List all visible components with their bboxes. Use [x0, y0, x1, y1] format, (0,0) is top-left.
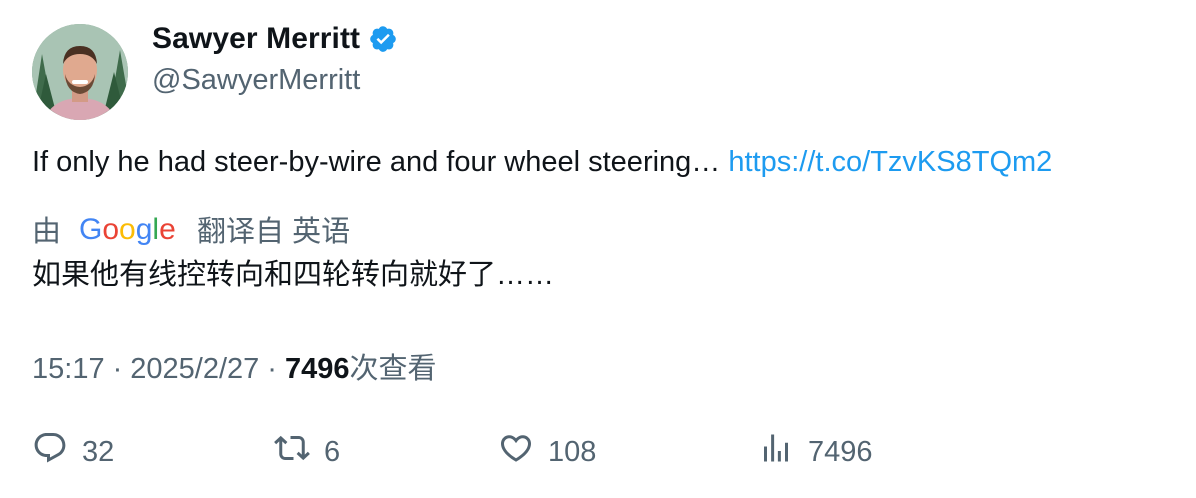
reply-count: 32: [82, 435, 115, 468]
reply-button[interactable]: 32: [32, 430, 114, 474]
tweet-body: If only he had steer-by-wire and four wh…: [32, 146, 729, 178]
retweet-count: 6: [324, 435, 341, 468]
views-button[interactable]: 7496: [758, 430, 873, 474]
verified-badge-icon[interactable]: [368, 24, 398, 54]
heart-icon: [498, 430, 534, 474]
author-display-name[interactable]: Sawyer Merritt: [152, 22, 360, 56]
translated-text: 如果他有线控转向和四轮转向就好了……: [32, 259, 555, 291]
tweet-link[interactable]: https://t.co/TzvKS8TQm2: [728, 146, 1052, 178]
svg-text:Google: Google: [79, 213, 176, 246]
avatar[interactable]: [32, 24, 128, 120]
views-label: 次查看: [349, 353, 437, 385]
tweet-date[interactable]: 2025/2/27: [130, 353, 259, 386]
translation-attribution: 由 Google 翻译自 英语: [32, 208, 350, 250]
action-bar: 32 6 108 7496: [0, 430, 1196, 474]
profile-photo: [32, 24, 128, 120]
retweet-button[interactable]: 6: [274, 430, 340, 474]
retweet-arrows-icon: [274, 430, 310, 474]
google-logo[interactable]: Google: [79, 209, 177, 249]
tweet-time[interactable]: 15:17: [32, 353, 105, 386]
tweet-text: If only he had steer-by-wire and four wh…: [32, 144, 1052, 180]
meta-separator-2: ·: [267, 353, 277, 385]
author-handle[interactable]: @SawyerMerritt: [152, 64, 360, 97]
google-wordmark-icon: Google: [79, 213, 176, 246]
views-count: 7496: [284, 353, 350, 385]
views-action-count: 7496: [808, 435, 873, 468]
like-count: 108: [548, 435, 597, 468]
like-button[interactable]: 108: [498, 430, 596, 474]
tweet-meta: 15:17 · 2025/2/27 · 7496 次查看: [32, 345, 436, 387]
author-name-row: Sawyer Merritt: [152, 22, 398, 56]
speech-bubble-icon: [32, 430, 68, 474]
meta-separator: ·: [112, 353, 123, 385]
bar-chart-icon: [758, 430, 794, 474]
translation-prefix: 由: [32, 216, 62, 248]
translation-suffix: 翻译自 英语: [197, 216, 351, 248]
